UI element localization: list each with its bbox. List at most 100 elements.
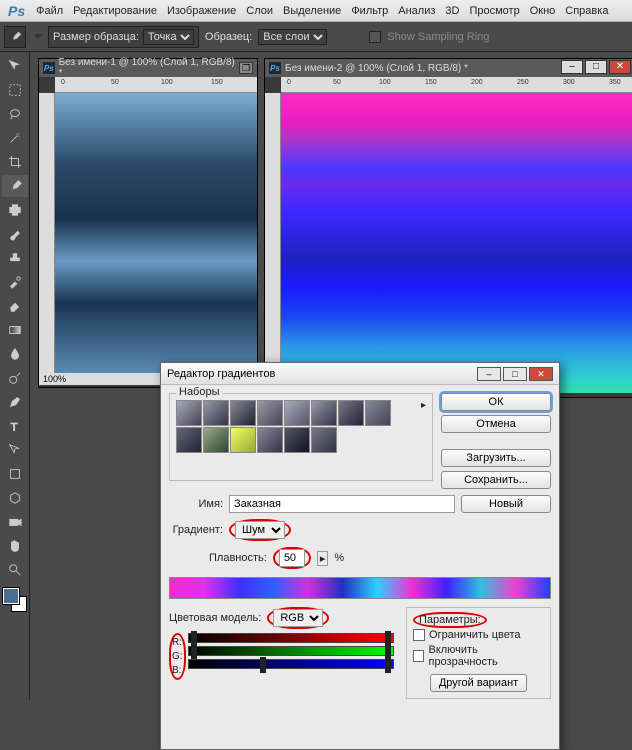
menu-analysis[interactable]: Анализ	[393, 5, 440, 17]
doc1-ruler-h[interactable]: 0 50 100 150	[55, 77, 257, 93]
menu-filter[interactable]: Фильтр	[346, 5, 393, 17]
cancel-button[interactable]: Отмена	[441, 415, 551, 433]
show-sampling-ring-label: Show Sampling Ring	[387, 31, 489, 43]
menu-3d[interactable]: 3D	[440, 5, 464, 17]
doc1-ruler-v[interactable]	[39, 93, 55, 373]
preset-swatch[interactable]	[338, 400, 364, 426]
preset-swatch[interactable]	[176, 400, 202, 426]
doc2-title: Без имени-2 @ 100% (Слой 1, RGB/8) *	[285, 63, 468, 74]
save-button[interactable]: Сохранить...	[441, 471, 551, 489]
preset-swatch[interactable]	[284, 400, 310, 426]
eyedropper-icon[interactable]	[4, 26, 26, 48]
marquee-tool-icon[interactable]	[2, 79, 28, 101]
doc2-ruler-v[interactable]	[265, 93, 281, 393]
doc1-canvas[interactable]	[55, 93, 257, 373]
doc2-ruler-h[interactable]: 0 50 100 150 200 250 300 350	[281, 77, 632, 93]
show-sampling-ring-checkbox[interactable]	[369, 31, 381, 43]
doc2-maximize-button[interactable]: □	[585, 60, 607, 74]
params-group: Параметры: Ограничить цвета Включить про…	[406, 607, 551, 699]
move-tool-icon[interactable]	[2, 55, 28, 77]
3d-tool-icon[interactable]	[2, 487, 28, 509]
dialog-titlebar[interactable]: Редактор градиентов – □ ✕	[161, 363, 559, 385]
stamp-tool-icon[interactable]	[2, 247, 28, 269]
g-slider[interactable]	[188, 646, 394, 656]
color-model-select[interactable]: RGB	[273, 609, 323, 627]
menu-edit[interactable]: Редактирование	[68, 5, 162, 17]
menu-layers[interactable]: Слои	[241, 5, 278, 17]
app-logo: Ps	[2, 3, 31, 19]
color-swatch[interactable]	[3, 588, 27, 612]
preset-swatch[interactable]	[230, 427, 256, 453]
menu-file[interactable]: Файл	[31, 5, 68, 17]
dialog-maximize-button[interactable]: □	[503, 367, 527, 381]
menu-help[interactable]: Справка	[560, 5, 613, 17]
dodge-tool-icon[interactable]	[2, 367, 28, 389]
sample-label: Образец:	[205, 31, 252, 43]
smoothness-flyout-icon[interactable]: ▸	[317, 551, 329, 566]
gradient-type-select[interactable]: Шум	[235, 521, 285, 539]
preset-swatch[interactable]	[365, 400, 391, 426]
doc1-title: Без имени-1 @ 100% (Слой 1, RGB/8) *	[59, 57, 236, 79]
sample-size-label: Размер образца:	[53, 31, 139, 43]
lasso-tool-icon[interactable]	[2, 103, 28, 125]
history-brush-icon[interactable]	[2, 271, 28, 293]
preset-swatch[interactable]	[203, 400, 229, 426]
presets-group: Наборы ▸	[169, 393, 433, 481]
tool-flyout-icon[interactable]	[34, 34, 42, 39]
b-slider[interactable]	[188, 659, 394, 669]
zoom-tool-icon[interactable]	[2, 559, 28, 581]
crop-tool-icon[interactable]	[2, 151, 28, 173]
dialog-close-button[interactable]: ✕	[529, 367, 553, 381]
gradient-tool-icon[interactable]	[2, 319, 28, 341]
transparency-checkbox[interactable]	[413, 650, 424, 662]
eyedropper-tool-icon[interactable]	[2, 175, 28, 197]
sample-size-select[interactable]: Точка	[143, 29, 194, 45]
gradient-preview[interactable]	[169, 577, 551, 599]
gradient-type-highlight: Шум	[229, 519, 291, 541]
name-input[interactable]	[229, 495, 455, 513]
gradient-type-label: Градиент:	[169, 524, 223, 536]
preset-swatch[interactable]	[257, 400, 283, 426]
doc2-close-button[interactable]: ✕	[609, 60, 631, 74]
preset-swatch[interactable]	[176, 427, 202, 453]
wand-tool-icon[interactable]	[2, 127, 28, 149]
shape-tool-icon[interactable]	[2, 463, 28, 485]
smoothness-input[interactable]	[279, 549, 305, 567]
3d-camera-icon[interactable]	[2, 511, 28, 533]
doc1-titlebar[interactable]: Ps Без имени-1 @ 100% (Слой 1, RGB/8) * …	[39, 59, 257, 77]
menu-bar: Ps Файл Редактирование Изображение Слои …	[0, 0, 632, 22]
load-button[interactable]: Загрузить...	[441, 449, 551, 467]
doc2-canvas[interactable]	[281, 93, 632, 393]
ok-button[interactable]: ОК	[441, 393, 551, 411]
pen-tool-icon[interactable]	[2, 391, 28, 413]
preset-swatch[interactable]	[230, 400, 256, 426]
menu-select[interactable]: Выделение	[278, 5, 346, 17]
blur-tool-icon[interactable]	[2, 343, 28, 365]
preset-swatch[interactable]	[284, 427, 310, 453]
limit-colors-checkbox[interactable]	[413, 629, 425, 641]
eraser-tool-icon[interactable]	[2, 295, 28, 317]
preset-swatch[interactable]	[311, 427, 337, 453]
new-button[interactable]: Новый	[461, 495, 551, 513]
randomize-button[interactable]: Другой вариант	[430, 674, 527, 692]
type-tool-icon[interactable]: T	[2, 415, 28, 437]
params-label: Параметры:	[413, 612, 487, 628]
preset-swatch[interactable]	[257, 427, 283, 453]
menu-window[interactable]: Окно	[525, 5, 561, 17]
menu-view[interactable]: Просмотр	[464, 5, 524, 17]
preset-swatch[interactable]	[311, 400, 337, 426]
heal-tool-icon[interactable]	[2, 199, 28, 221]
brush-tool-icon[interactable]	[2, 223, 28, 245]
hand-tool-icon[interactable]	[2, 535, 28, 557]
document-area: Ps Без имени-1 @ 100% (Слой 1, RGB/8) * …	[30, 52, 632, 700]
svg-text:T: T	[10, 421, 17, 433]
menu-image[interactable]: Изображение	[162, 5, 241, 17]
sample-select[interactable]: Все слои	[258, 29, 327, 45]
doc2-minimize-button[interactable]: –	[561, 60, 583, 74]
path-tool-icon[interactable]	[2, 439, 28, 461]
doc1-restore-icon[interactable]: ❐	[239, 62, 253, 74]
presets-flyout-icon[interactable]: ▸	[421, 400, 426, 411]
dialog-minimize-button[interactable]: –	[477, 367, 501, 381]
r-slider[interactable]	[188, 633, 394, 643]
preset-swatch[interactable]	[203, 427, 229, 453]
